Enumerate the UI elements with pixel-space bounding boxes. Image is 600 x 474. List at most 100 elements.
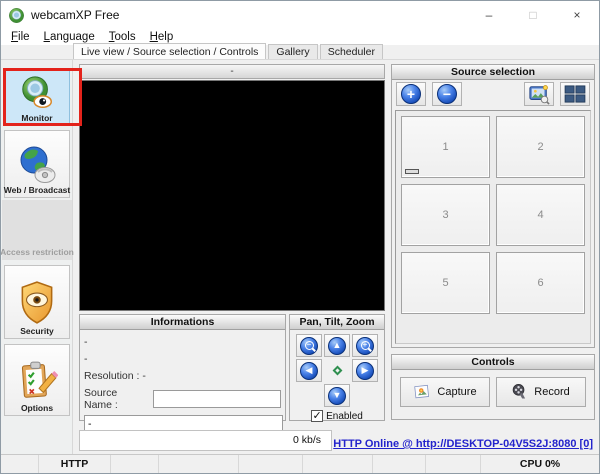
source-slot-3[interactable]: 3 bbox=[401, 184, 490, 246]
title-bar: webcamXP Free – □ × bbox=[1, 1, 599, 29]
multi-view-button[interactable] bbox=[560, 82, 590, 106]
zoom-out-button[interactable]: − bbox=[296, 334, 322, 357]
ptz-spacer bbox=[296, 384, 322, 407]
source-slot-1[interactable]: 1 bbox=[401, 116, 490, 178]
sidebar-label-web-broadcast: Web / Broadcast bbox=[4, 185, 70, 195]
live-video-preview bbox=[79, 80, 385, 311]
sidebar-label-access-restriction: Access restriction bbox=[0, 247, 74, 260]
ptz-spacer bbox=[352, 384, 378, 407]
options-clipboard-icon bbox=[16, 359, 58, 403]
status-http: HTTP bbox=[39, 455, 111, 473]
sidebar-label-security: Security bbox=[20, 326, 54, 336]
status-segment bbox=[1, 455, 39, 473]
source-slot-number: 1 bbox=[442, 141, 448, 153]
informations-panel: Informations - - Resolution : - Source N… bbox=[79, 314, 286, 421]
source-slot-number: 5 bbox=[442, 277, 448, 289]
main-content: Monitor Web / Broadcast Access restricti… bbox=[1, 59, 599, 456]
source-slot-2[interactable]: 2 bbox=[496, 116, 585, 178]
magnifier-plus-icon: + bbox=[361, 341, 370, 350]
photo-browse-icon bbox=[528, 83, 550, 105]
status-cpu: CPU 0% bbox=[481, 455, 599, 473]
sidebar-item-access-restriction: Access restriction bbox=[2, 200, 72, 260]
maximize-button[interactable]: □ bbox=[511, 1, 555, 29]
source-slot-6[interactable]: 6 bbox=[496, 252, 585, 314]
plus-icon: + bbox=[401, 84, 421, 104]
window-controls: – □ × bbox=[467, 1, 599, 29]
sidebar-item-monitor[interactable]: Monitor bbox=[4, 70, 70, 126]
add-source-button[interactable]: + bbox=[396, 82, 426, 106]
sidebar: Monitor Web / Broadcast Access restricti… bbox=[1, 60, 73, 456]
arrow-down-icon: ▼ bbox=[333, 391, 342, 400]
preview-title: - bbox=[79, 64, 385, 79]
menu-file[interactable]: File bbox=[4, 31, 37, 43]
magnifier-minus-icon: − bbox=[305, 341, 314, 350]
status-segment bbox=[303, 455, 373, 473]
tab-scheduler[interactable]: Scheduler bbox=[320, 44, 383, 59]
source-name-input[interactable] bbox=[153, 390, 281, 408]
pan-right-button[interactable]: ▶ bbox=[352, 359, 378, 382]
ptz-center-home[interactable] bbox=[324, 359, 350, 382]
ptz-header: Pan, Tilt, Zoom bbox=[290, 315, 384, 330]
status-segment bbox=[159, 455, 239, 473]
bandwidth-indicator: 0 kb/s bbox=[79, 430, 332, 451]
http-online-link[interactable]: HTTP Online @ http://DESKTOP-04V5S2J:808… bbox=[333, 438, 593, 450]
record-label: Record bbox=[534, 386, 569, 398]
zoom-in-button[interactable]: + bbox=[352, 334, 378, 357]
source-slot-number: 4 bbox=[537, 209, 543, 221]
app-window: webcamXP Free – □ × File Language Tools … bbox=[0, 0, 600, 474]
app-logo-icon bbox=[8, 7, 25, 24]
sidebar-item-options[interactable]: Options bbox=[4, 344, 70, 416]
grid-layout-icon bbox=[564, 85, 586, 103]
arrow-right-icon: ▶ bbox=[362, 366, 369, 375]
close-button[interactable]: × bbox=[555, 1, 599, 29]
sidebar-item-security[interactable]: Security bbox=[4, 265, 70, 339]
tilt-down-button[interactable]: ▼ bbox=[324, 384, 350, 407]
arrow-left-icon: ◀ bbox=[306, 366, 313, 375]
minus-icon: − bbox=[437, 84, 457, 104]
info-line-2: - bbox=[84, 351, 281, 368]
record-button[interactable]: Record bbox=[496, 377, 586, 407]
tilt-up-button[interactable]: ▲ bbox=[324, 334, 350, 357]
tab-bar: Live view / Source selection / Controls … bbox=[1, 45, 599, 59]
tab-gallery[interactable]: Gallery bbox=[268, 44, 317, 59]
pan-left-button[interactable]: ◀ bbox=[296, 359, 322, 382]
informations-header: Informations bbox=[80, 315, 285, 330]
sidebar-label-options: Options bbox=[21, 403, 53, 413]
tab-live-view[interactable]: Live view / Source selection / Controls bbox=[73, 43, 266, 59]
status-segment bbox=[426, 455, 481, 473]
capture-button[interactable]: Capture bbox=[400, 377, 490, 407]
record-film-icon bbox=[512, 383, 528, 401]
status-segment bbox=[239, 455, 303, 473]
minimize-button[interactable]: – bbox=[467, 1, 511, 29]
info-line-1: - bbox=[84, 334, 281, 351]
source-slot-4[interactable]: 4 bbox=[496, 184, 585, 246]
source-selection-header: Source selection bbox=[392, 65, 594, 80]
info-resolution: Resolution : - bbox=[84, 368, 281, 385]
source-slot-5[interactable]: 5 bbox=[401, 252, 490, 314]
status-segment bbox=[373, 455, 426, 473]
center-diamond-icon bbox=[332, 366, 342, 376]
arrow-up-icon: ▲ bbox=[333, 341, 342, 350]
menu-language[interactable]: Language bbox=[37, 31, 102, 43]
source-grid: 1 2 3 4 5 6 bbox=[395, 110, 591, 344]
webcam-monitor-icon bbox=[18, 75, 56, 113]
source-slot-number: 6 bbox=[537, 277, 543, 289]
sidebar-label-monitor: Monitor bbox=[21, 113, 52, 123]
source-slot-number: 2 bbox=[537, 141, 543, 153]
source-selection-panel: Source selection + − bbox=[391, 64, 595, 348]
capture-photo-icon bbox=[413, 383, 431, 401]
menu-help[interactable]: Help bbox=[143, 31, 181, 43]
ptz-panel: Pan, Tilt, Zoom − ▲ + ◀ ▶ ▼ Enabled bbox=[289, 314, 385, 421]
status-bar: HTTP CPU 0% bbox=[1, 454, 599, 473]
menu-tools[interactable]: Tools bbox=[102, 31, 143, 43]
source-name-label: Source Name : bbox=[84, 387, 147, 411]
ptz-enabled-label: Enabled bbox=[326, 411, 363, 422]
sidebar-item-web-broadcast[interactable]: Web / Broadcast bbox=[4, 130, 70, 198]
source-1-activity-indicator bbox=[405, 169, 419, 174]
status-segment bbox=[111, 455, 159, 473]
ptz-enabled-checkbox[interactable] bbox=[311, 410, 323, 422]
remove-source-button[interactable]: − bbox=[432, 82, 462, 106]
browse-images-button[interactable] bbox=[524, 82, 554, 106]
source-slot-number: 3 bbox=[442, 209, 448, 221]
web-broadcast-icon bbox=[17, 145, 57, 185]
